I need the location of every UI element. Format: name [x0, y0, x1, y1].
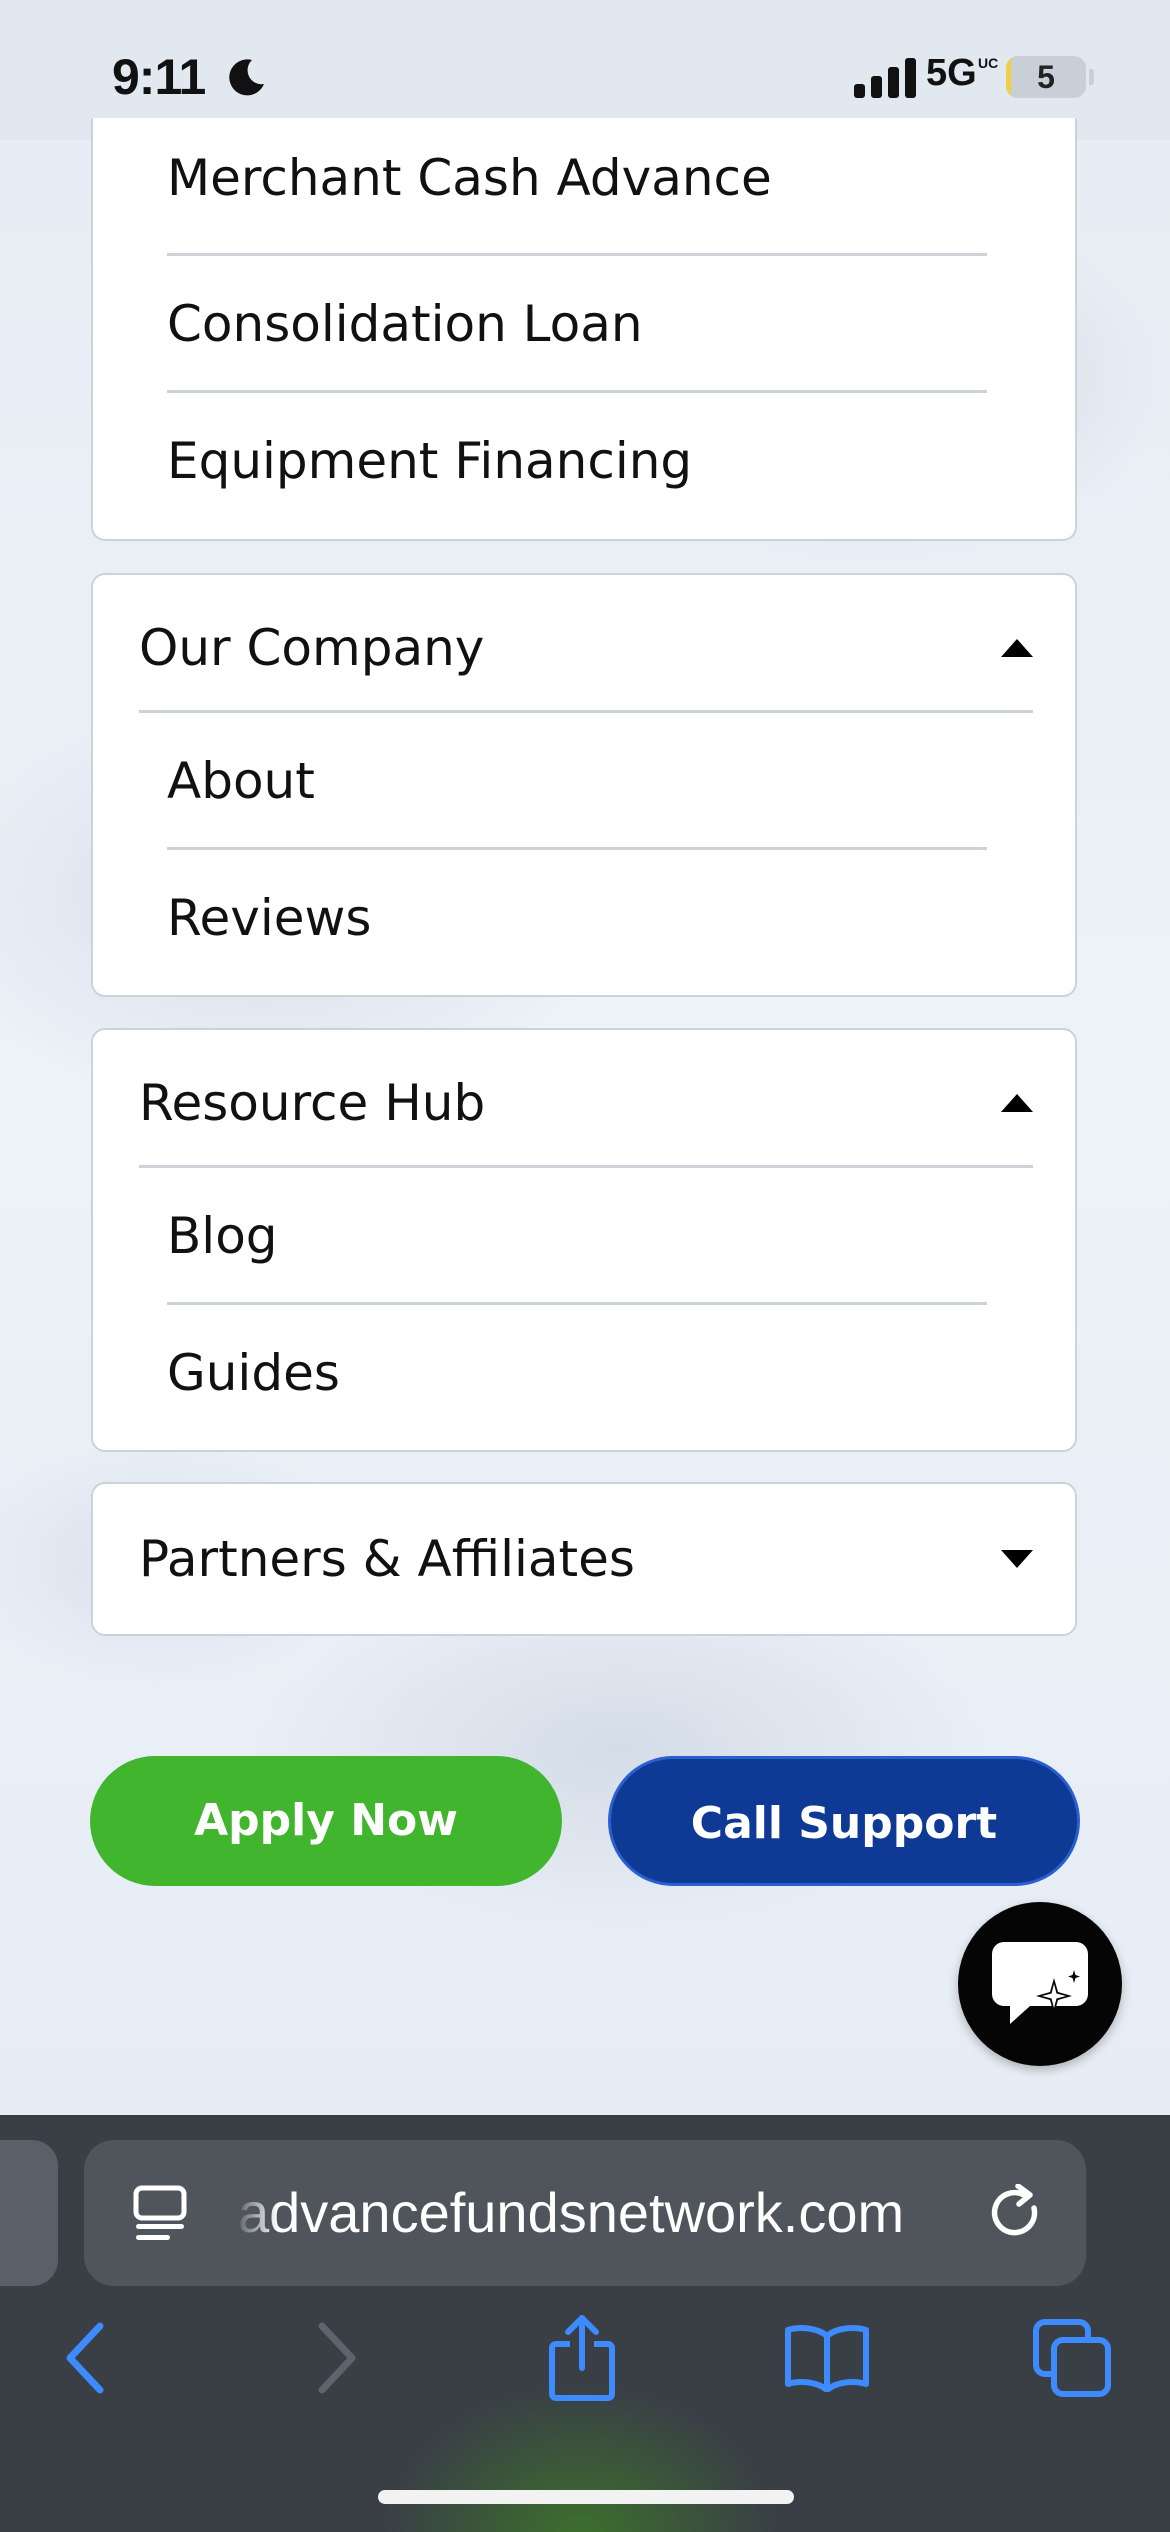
our-company-section: Our Company About Reviews	[91, 573, 1077, 997]
battery-level: 5	[1037, 59, 1055, 95]
menu-item-about[interactable]: About	[167, 713, 987, 850]
resource-hub-section: Resource Hub Blog Guides	[91, 1028, 1077, 1452]
battery-cap	[1089, 69, 1094, 85]
reload-icon[interactable]	[988, 2184, 1048, 2244]
apply-now-button[interactable]: Apply Now	[90, 1756, 562, 1886]
address-bar[interactable]: advancefundsnetwork.com	[84, 2140, 1086, 2286]
share-icon[interactable]	[546, 2312, 618, 2402]
home-indicator	[378, 2490, 794, 2504]
bookmarks-icon[interactable]	[784, 2324, 870, 2392]
menu-item-reviews[interactable]: Reviews	[167, 850, 987, 987]
menu-item-merchant-cash-advance[interactable]: Merchant Cash Advance	[167, 118, 987, 256]
our-company-toggle[interactable]: Our Company	[139, 575, 1033, 713]
url-text[interactable]: advancefundsnetwork.com	[238, 2140, 904, 2286]
forward-icon[interactable]	[316, 2320, 360, 2396]
resource-hub-toggle[interactable]: Resource Hub	[139, 1030, 1033, 1168]
previous-tab-peek[interactable]	[0, 2140, 58, 2286]
call-support-button[interactable]: Call Support	[608, 1756, 1080, 1886]
reader-mode-icon[interactable]	[132, 2184, 188, 2244]
menu-item-consolidation-loan[interactable]: Consolidation Loan	[167, 256, 987, 393]
caret-down-icon	[1001, 1550, 1033, 1568]
url-fade	[234, 2160, 278, 2266]
loan-products-card: Merchant Cash Advance Consolidation Loan…	[91, 118, 1077, 541]
signal-icon	[854, 58, 916, 98]
resource-hub-label: Resource Hub	[139, 1074, 486, 1132]
partners-section: Partners & Affiliates	[91, 1482, 1077, 1636]
status-time: 9:11	[112, 49, 206, 105]
partners-label: Partners & Affiliates	[139, 1530, 635, 1588]
battery-icon: 5	[1006, 56, 1086, 98]
network-sub-label: UC	[978, 55, 999, 71]
caret-up-icon	[1001, 1094, 1033, 1112]
chat-sparkle-icon	[992, 1942, 1088, 2024]
menu-item-guides[interactable]: Guides	[167, 1305, 987, 1442]
network-type: 5G	[926, 52, 977, 94]
caret-up-icon	[1001, 639, 1033, 657]
partners-toggle[interactable]: Partners & Affiliates	[139, 1484, 1033, 1634]
tabs-icon[interactable]	[1032, 2318, 1112, 2398]
moon-icon	[229, 59, 264, 96]
chat-button[interactable]	[958, 1902, 1122, 2066]
menu-item-blog[interactable]: Blog	[167, 1168, 987, 1305]
menu-item-equipment-financing[interactable]: Equipment Financing	[167, 393, 987, 530]
back-icon[interactable]	[62, 2320, 106, 2396]
our-company-label: Our Company	[139, 619, 485, 677]
